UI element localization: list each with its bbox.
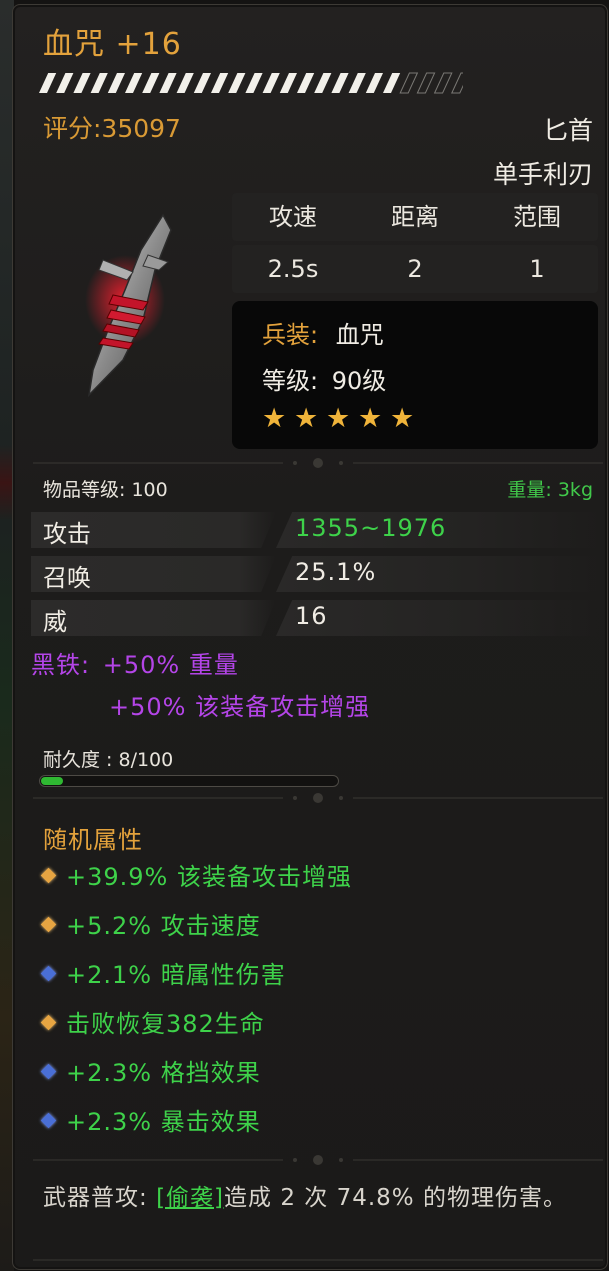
black-iron-label: 黑铁: — [31, 651, 91, 679]
ornamental-divider — [33, 458, 603, 468]
ornamental-divider — [33, 1155, 603, 1165]
stripe-filled — [159, 73, 177, 93]
random-attribute-item: +2.3% 暴击效果 — [39, 1102, 261, 1137]
stripe-empty — [416, 72, 436, 94]
random-attribute-text: +2.3% 格挡效果 — [66, 1059, 261, 1087]
stripe-empty — [399, 72, 419, 94]
blue-gem-icon — [40, 1112, 57, 1128]
random-attribute-text: +39.9% 该装备攻击增强 — [66, 863, 352, 891]
star-icon: ★ — [294, 403, 319, 434]
stripe-filled — [176, 73, 194, 93]
random-attribute-item: +2.1% 暗属性伤害 — [39, 955, 286, 990]
attribute-row-attack: 攻击 1355~1976 — [31, 510, 601, 548]
stripe-filled — [262, 73, 280, 93]
stat-header-range: 范围 — [513, 203, 561, 231]
item-weight: 重量: 3kg — [507, 479, 593, 501]
ornamental-divider — [33, 1259, 603, 1261]
star-icon: ★ — [390, 403, 415, 434]
stat-value-attack-speed: 2.5s — [267, 255, 319, 283]
equip-value: 血咒 — [335, 321, 384, 349]
attribute-value: 1355~1976 — [295, 514, 447, 542]
attribute-value: 25.1% — [295, 558, 377, 586]
stripe-filled — [90, 73, 108, 93]
durability-bar — [39, 775, 339, 787]
gold-gem-icon — [40, 916, 57, 932]
random-attributes-title: 随机属性 — [43, 826, 143, 854]
skill-prefix: 武器普攻: — [43, 1185, 157, 1211]
attribute-name: 攻击 — [43, 520, 91, 548]
star-icon: ★ — [326, 403, 351, 434]
equipment-info-box: 兵装: 血咒 等级: 90级 ★ ★ ★ ★ ★ — [232, 301, 598, 449]
stripe-filled — [125, 73, 143, 93]
random-attribute-text: +2.3% 暴击效果 — [66, 1108, 261, 1136]
stat-header-distance: 距离 — [391, 203, 439, 231]
black-iron-bonus-2: +50% 该装备攻击增强 — [109, 693, 371, 721]
black-iron-bonus-1: +50% 重量 — [102, 651, 239, 679]
level-label: 等级: — [262, 367, 319, 395]
item-level: 物品等级: 100 — [43, 479, 168, 501]
random-attribute-item: +2.3% 格挡效果 — [39, 1053, 261, 1088]
stripe-filled — [245, 73, 263, 93]
stat-value-range: 1 — [529, 255, 545, 283]
stripe-filled — [228, 73, 246, 93]
durability-label: 耐久度 : 8/100 — [43, 749, 174, 771]
random-attribute-item: +39.9% 该装备攻击增强 — [39, 857, 352, 892]
stripe-filled — [107, 73, 125, 93]
star-icon: ★ — [358, 403, 383, 434]
item-score: 评分:35097 — [43, 114, 181, 143]
weapon-type: 匕首 单手利刃 — [493, 109, 593, 197]
item-title: 血咒 +16 — [43, 27, 182, 62]
star-icon: ★ — [262, 403, 287, 434]
gold-gem-icon — [40, 867, 57, 883]
skill-effect: 造成 2 次 74.8% 的物理伤害。 — [224, 1185, 567, 1211]
black-iron-line-1: 黑铁: +50% 重量 — [31, 645, 239, 680]
ornamental-divider — [33, 793, 603, 803]
random-attribute-text: +5.2% 攻击速度 — [66, 912, 261, 940]
weapon-type-label: 匕首 — [542, 116, 593, 145]
attribute-value: 16 — [295, 602, 328, 630]
stripe-filled — [348, 73, 366, 93]
level-value: 90级 — [331, 367, 387, 395]
blue-gem-icon — [40, 965, 57, 981]
skill-link[interactable]: [偷袭] — [156, 1185, 224, 1211]
weapon-skill-description: 武器普攻: [偷袭]造成 2 次 74.8% 的物理伤害。 — [43, 1181, 583, 1215]
stripe-filled — [211, 73, 229, 93]
stripe-filled — [56, 73, 74, 93]
stripe-filled — [365, 73, 383, 93]
stripe-empty — [433, 72, 453, 94]
stripe-filled — [73, 73, 91, 93]
item-tooltip: 血咒 +16 评分:35097 匕首 单手利刃 攻速 距离 范围 2.5s 2 … — [12, 4, 608, 1270]
stripe-filled — [39, 73, 57, 93]
gold-gem-icon — [40, 1014, 57, 1030]
attribute-name: 威 — [43, 608, 67, 636]
random-attribute-text: 击败恢复382生命 — [66, 1010, 265, 1038]
attribute-row-power: 威 16 — [31, 598, 601, 636]
stripe-filled — [331, 73, 349, 93]
stripe-filled — [383, 73, 401, 93]
dagger-icon — [85, 213, 172, 398]
stat-header-attack-speed: 攻速 — [269, 203, 317, 231]
random-attribute-item: 击败恢复382生命 — [39, 1004, 265, 1039]
stripe-filled — [142, 73, 160, 93]
attribute-name: 召唤 — [43, 564, 91, 592]
weapon-stats-table: 攻速 距离 范围 2.5s 2 1 — [232, 193, 598, 297]
stripe-empty — [451, 72, 463, 94]
attribute-row-summon: 召唤 25.1% — [31, 554, 601, 592]
stat-value-distance: 2 — [407, 255, 423, 283]
random-attribute-text: +2.1% 暗属性伤害 — [66, 961, 286, 989]
durability-fill — [41, 777, 63, 785]
stripe-filled — [297, 73, 315, 93]
weapon-handedness: 单手利刃 — [492, 160, 593, 189]
level-line: 等级: 90级 — [262, 361, 386, 396]
stripe-filled — [314, 73, 332, 93]
random-attribute-item: +5.2% 攻击速度 — [39, 906, 261, 941]
stripe-filled — [279, 73, 297, 93]
stats-header-row: 攻速 距离 范围 — [232, 193, 598, 241]
stats-value-row: 2.5s 2 1 — [232, 245, 598, 293]
stripe-filled — [193, 73, 211, 93]
equip-line: 兵装: 血咒 — [262, 315, 384, 350]
equip-label: 兵装: — [262, 321, 319, 349]
progress-stripes — [39, 72, 463, 94]
blue-gem-icon — [40, 1063, 57, 1079]
